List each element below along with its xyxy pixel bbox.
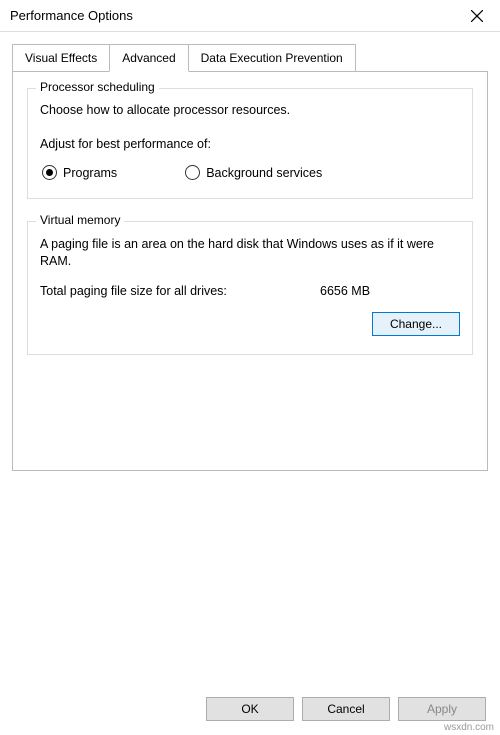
tab-dep[interactable]: Data Execution Prevention [188, 44, 356, 72]
vm-total-label: Total paging file size for all drives: [40, 284, 320, 298]
radio-programs-label: Programs [63, 166, 117, 180]
ok-button[interactable]: OK [206, 697, 294, 721]
radio-dot-icon [46, 169, 53, 176]
change-row: Change... [40, 312, 460, 336]
processor-description: Choose how to allocate processor resourc… [40, 103, 460, 117]
dialog-button-bar: OK Cancel Apply [206, 697, 486, 721]
vm-total-row: Total paging file size for all drives: 6… [40, 284, 460, 298]
tab-advanced[interactable]: Advanced [109, 44, 188, 72]
vm-total-value: 6656 MB [320, 284, 370, 298]
radio-background-services[interactable]: Background services [185, 165, 322, 180]
adjust-label: Adjust for best performance of: [40, 137, 460, 151]
virtual-memory-group: Virtual memory A paging file is an area … [27, 221, 473, 355]
apply-button[interactable]: Apply [398, 697, 486, 721]
tab-visual-effects[interactable]: Visual Effects [12, 44, 110, 72]
close-icon [471, 10, 483, 22]
radio-circle-icon [185, 165, 200, 180]
tab-strip: Visual Effects Advanced Data Execution P… [12, 44, 500, 72]
vm-group-title: Virtual memory [36, 213, 124, 227]
titlebar: Performance Options [0, 0, 500, 32]
processor-scheduling-group: Processor scheduling Choose how to alloc… [27, 88, 473, 199]
cancel-button[interactable]: Cancel [302, 697, 390, 721]
radio-row: Programs Background services [40, 165, 460, 180]
change-button[interactable]: Change... [372, 312, 460, 336]
close-button[interactable] [454, 0, 500, 32]
radio-circle-icon [42, 165, 57, 180]
vm-description: A paging file is an area on the hard dis… [40, 236, 460, 270]
radio-background-label: Background services [206, 166, 322, 180]
tab-panel-advanced: Processor scheduling Choose how to alloc… [12, 71, 488, 471]
watermark: wsxdn.com [444, 722, 494, 733]
processor-group-title: Processor scheduling [36, 80, 159, 94]
radio-programs[interactable]: Programs [42, 165, 117, 180]
window-title: Performance Options [10, 8, 454, 23]
